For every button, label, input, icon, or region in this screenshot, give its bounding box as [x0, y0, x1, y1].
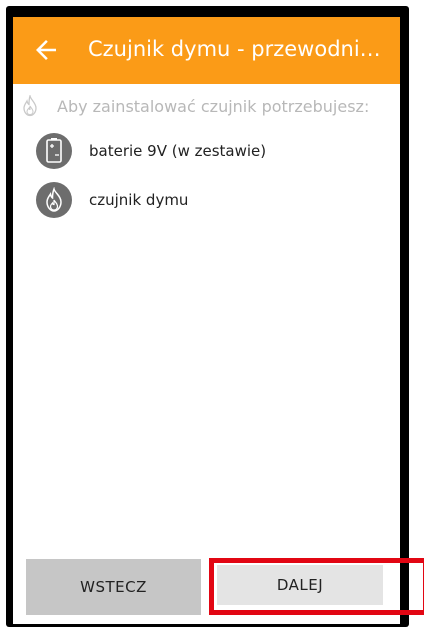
list-item-label: czujnik dymu	[89, 191, 189, 209]
intro-row: Aby zainstalować czujnik potrzebujesz:	[21, 94, 400, 118]
back-button[interactable]: WSTECZ	[26, 559, 201, 615]
app-bar: Czujnik dymu - przewodni…	[13, 17, 400, 84]
intro-text: Aby zainstalować czujnik potrzebujesz:	[57, 96, 370, 116]
next-button[interactable]: DALEJ	[217, 565, 383, 605]
flame-outline-icon	[23, 95, 37, 117]
bottom-bar: WSTECZ DALEJ	[13, 548, 400, 624]
flame-icon	[36, 182, 72, 218]
list-item-smoke-detector: czujnik dymu	[36, 181, 188, 219]
battery-icon	[36, 133, 72, 169]
page-title: Czujnik dymu - przewodni…	[88, 37, 381, 61]
back-arrow-icon[interactable]	[31, 35, 61, 65]
list-item-battery: baterie 9V (w zestawie)	[36, 132, 266, 170]
list-item-label: baterie 9V (w zestawie)	[89, 142, 267, 160]
screen: Czujnik dymu - przewodni… Aby zainstalow…	[13, 17, 400, 624]
